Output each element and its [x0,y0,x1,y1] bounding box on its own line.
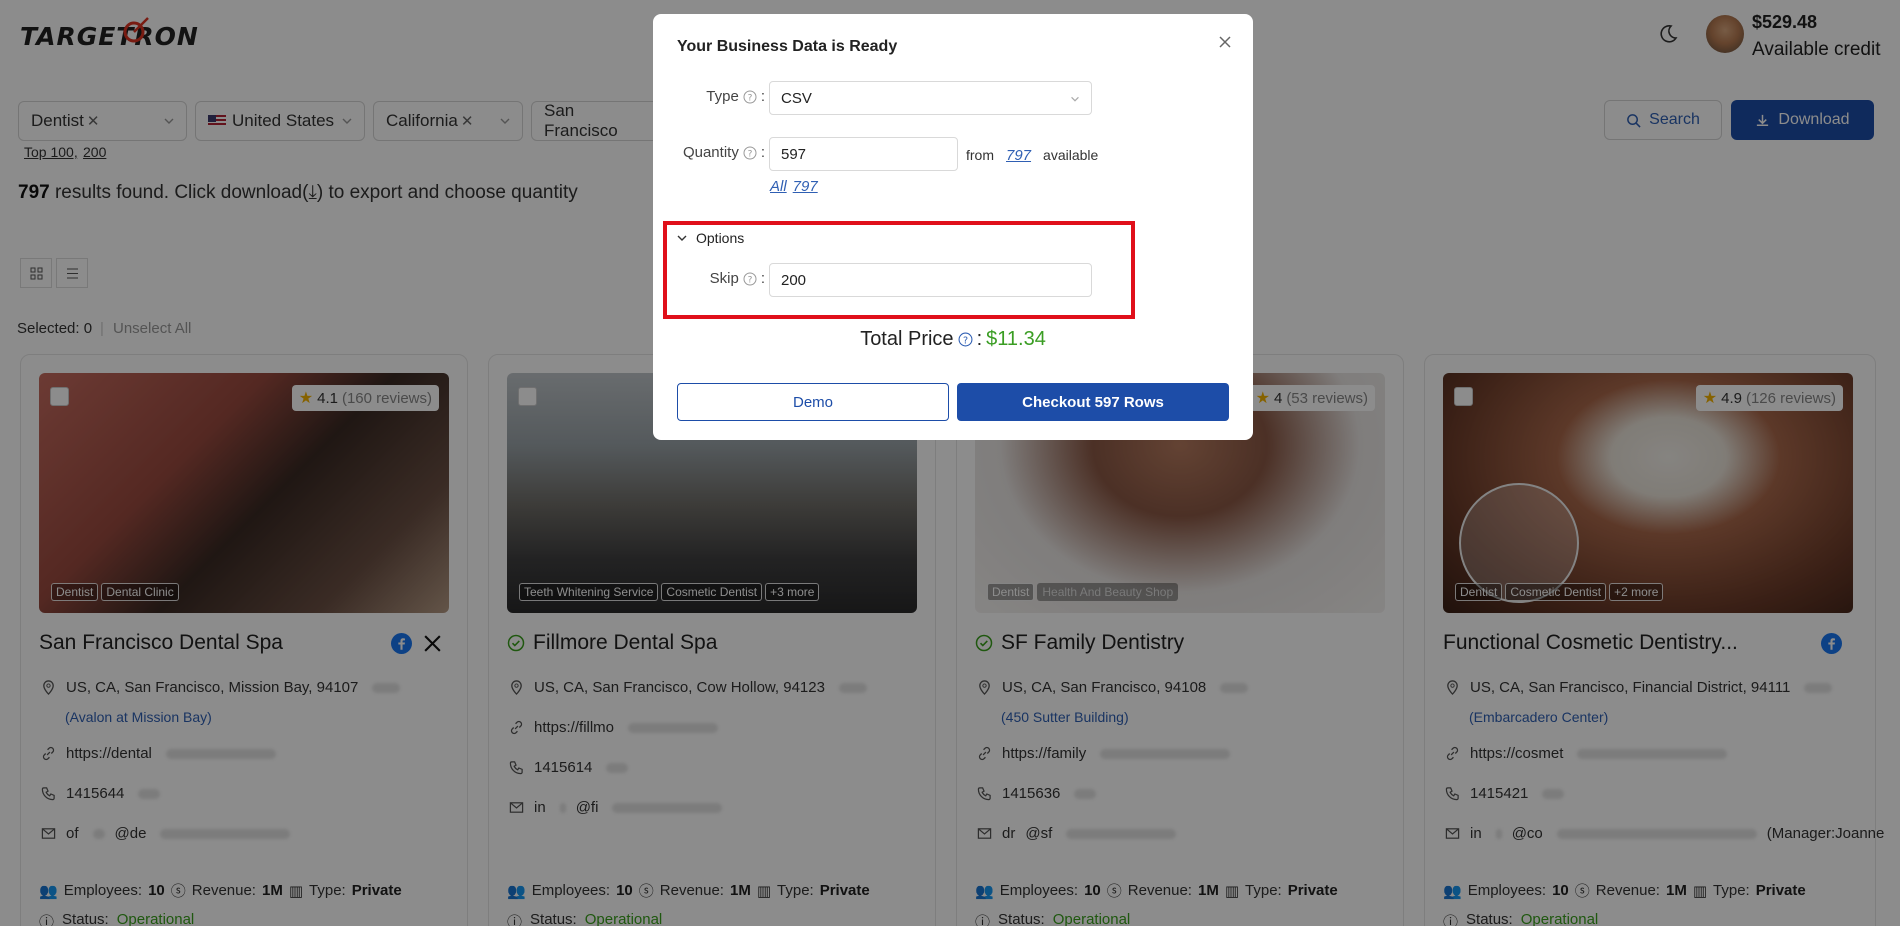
help-icon[interactable]: ? [958,332,973,347]
type-field-label: Type ?: [706,88,765,105]
from-text: from [966,147,994,163]
demo-button[interactable]: Demo [677,383,949,421]
svg-text:?: ? [963,335,968,346]
total-price-row: Total Price ? : $11.34 [860,328,1046,350]
available-text: available [1043,147,1099,163]
svg-text:?: ? [747,149,752,159]
options-highlight-box [663,221,1135,319]
chevron-down-icon [1071,96,1079,102]
quantity-label-text: Quantity [682,144,739,161]
type-label-text: Type [706,88,739,105]
export-modal: Your Business Data is Ready Type ?: CSV … [653,14,1253,440]
help-icon[interactable]: ? [743,90,757,104]
svg-text:?: ? [747,93,752,103]
checkout-button[interactable]: Checkout 597 Rows [957,383,1229,421]
available-info: from 797 available [966,147,1098,164]
type-select-value: CSV [781,89,812,107]
all-count: 797 [792,178,818,195]
type-select[interactable]: CSV [769,81,1092,115]
help-icon[interactable]: ? [743,146,757,160]
all-quantity-link[interactable]: All 797 [770,178,818,195]
total-price-value: $11.34 [986,328,1046,350]
total-price-label: Total Price [860,328,954,350]
quantity-field-label: Quantity ?: [682,144,765,161]
close-icon[interactable] [1217,34,1233,50]
all-label: All [770,178,787,195]
quantity-input[interactable]: 597 [769,137,958,171]
modal-title: Your Business Data is Ready [677,38,898,55]
available-count-link[interactable]: 797 [1006,147,1031,164]
